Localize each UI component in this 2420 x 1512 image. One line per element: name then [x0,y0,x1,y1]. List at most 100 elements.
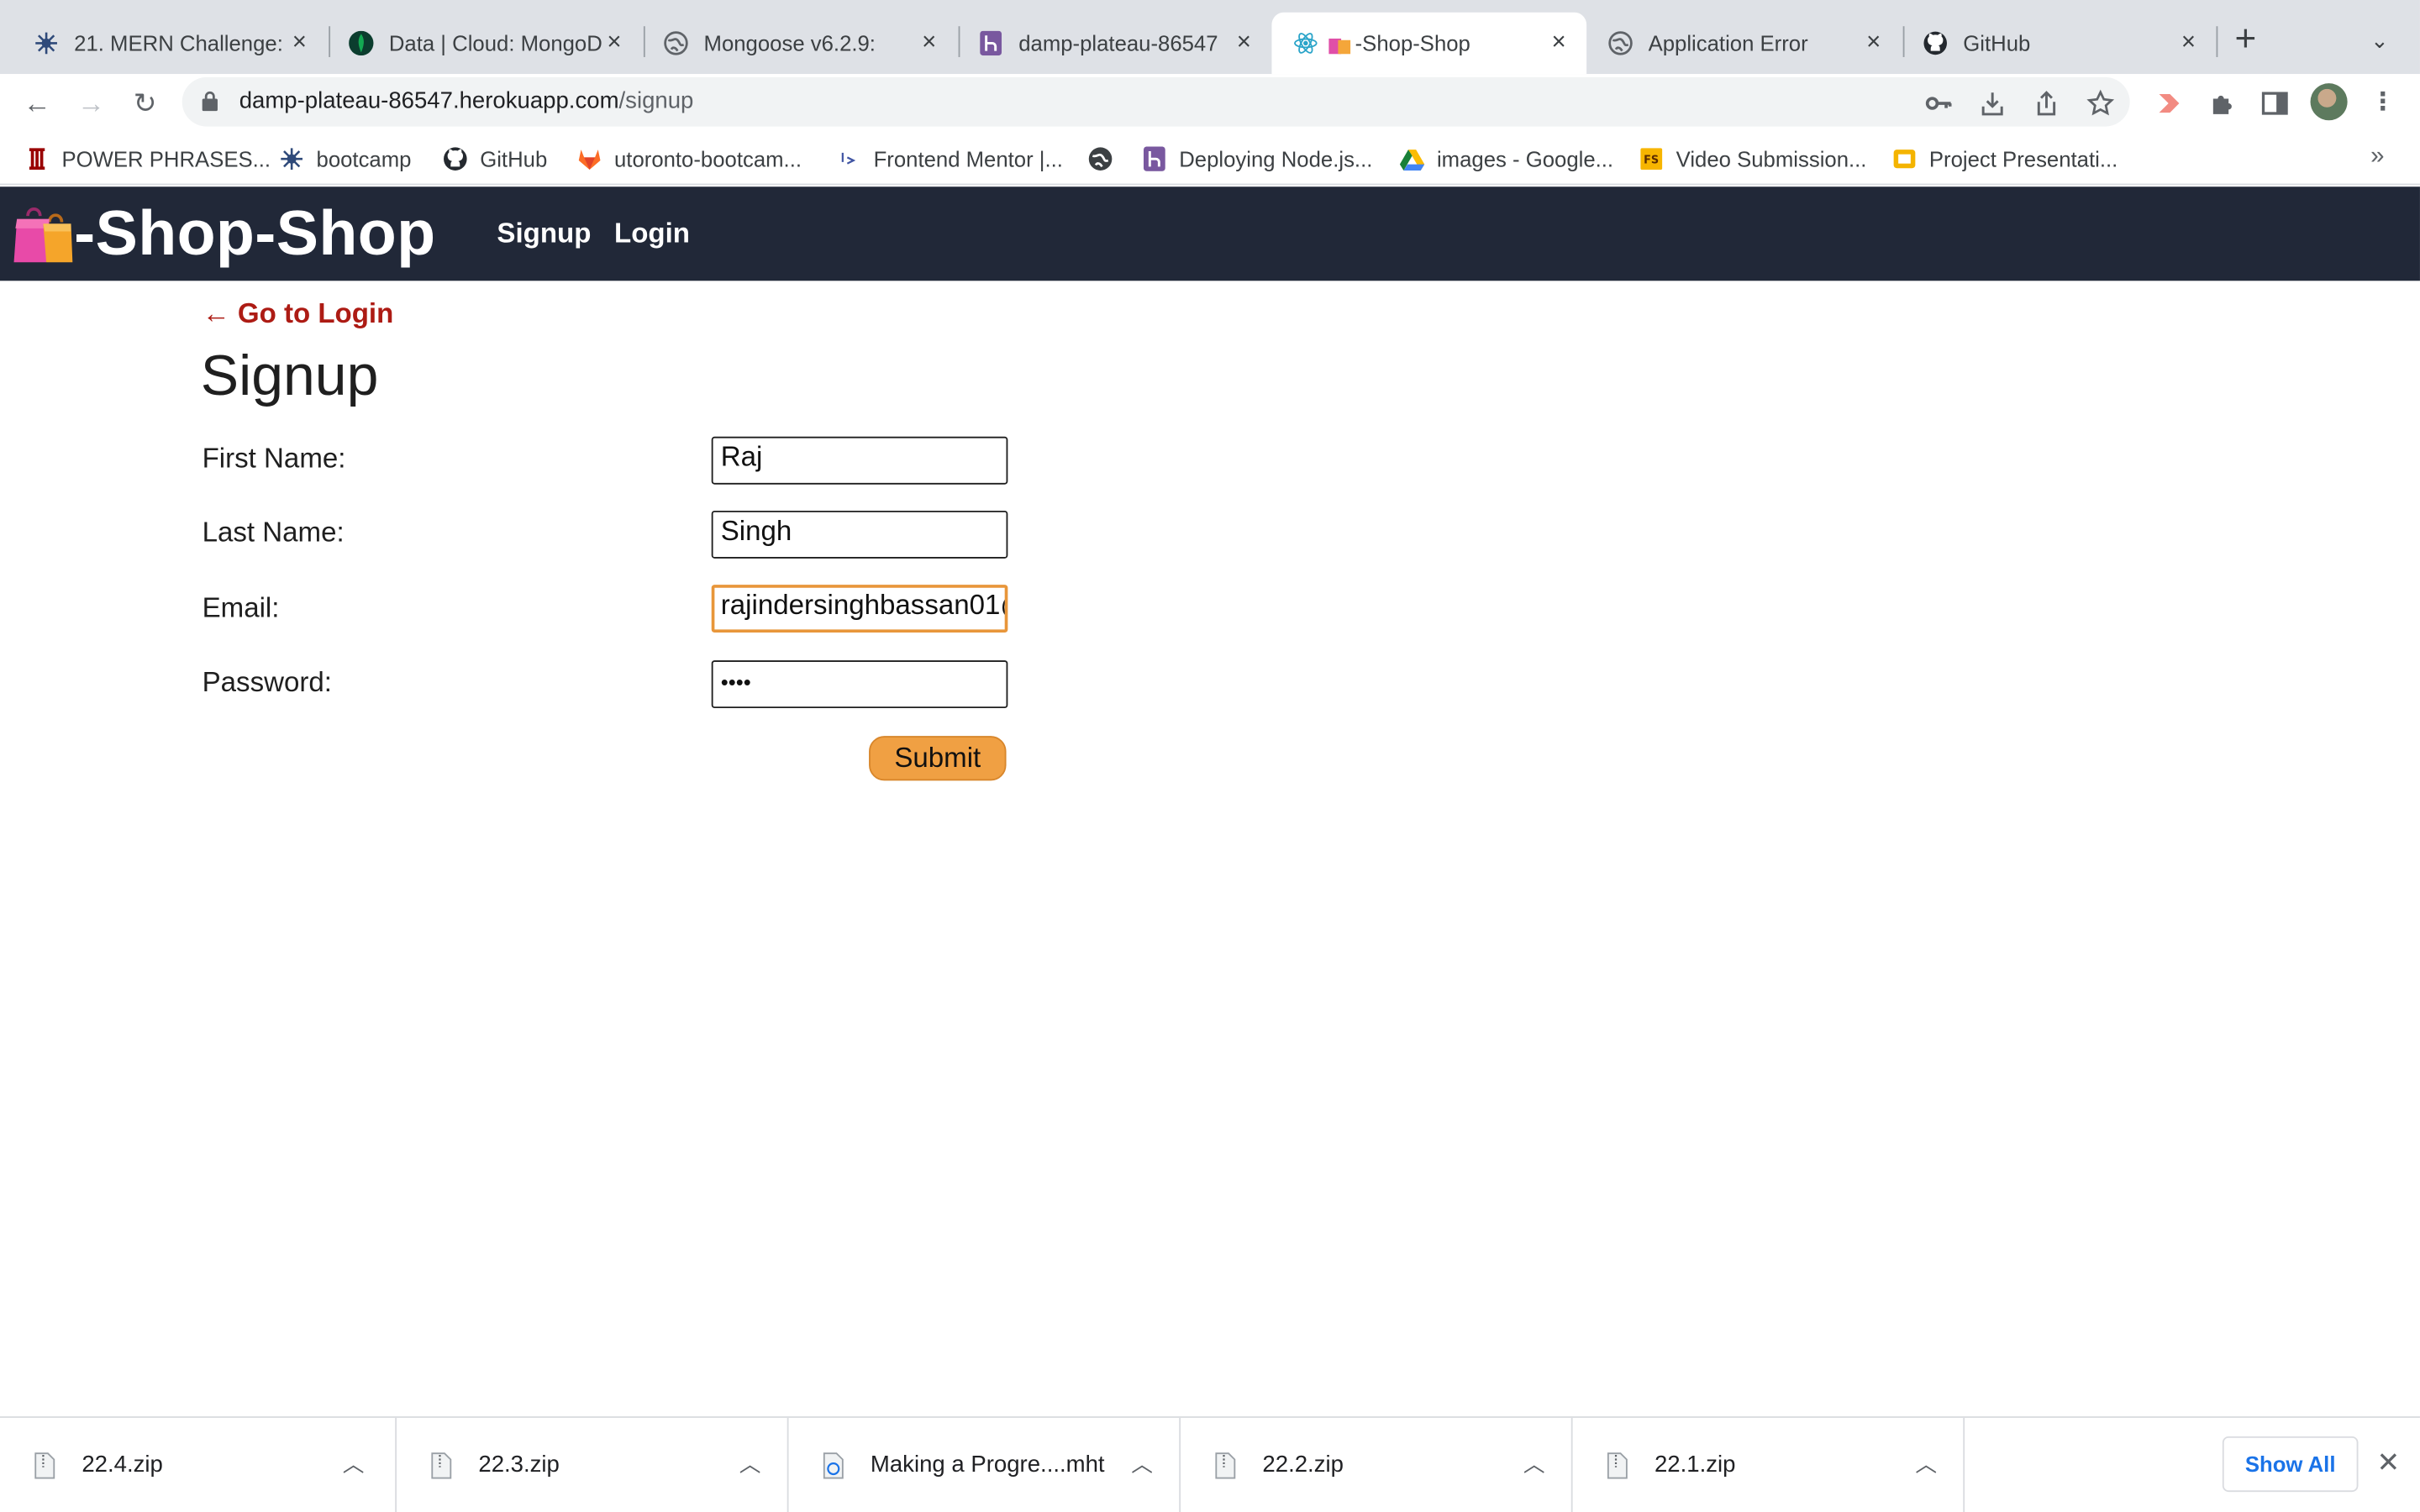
url-path: /signup [618,87,694,114]
show-all-downloads-button[interactable]: Show All [2222,1436,2359,1493]
close-icon[interactable]: × [1232,30,1256,55]
tab-separator [2216,26,2218,57]
nav-signup-link[interactable]: Signup [497,218,591,250]
submit-button[interactable]: Submit [869,736,1007,781]
email-label: Email: [202,592,280,624]
web-page: -Shop-Shop Signup Login ← Go to Login Si… [0,186,2420,1417]
back-arrow-icon[interactable]: ← [18,85,55,122]
last-name-value: Singh [720,515,792,547]
key-icon[interactable] [1924,90,1952,118]
bookmark-item[interactable]: GitHub [443,145,547,173]
github-icon [1923,31,1947,55]
bookmark-item[interactable]: POWER PHRASES... [24,145,271,173]
web-archive-icon [823,1452,844,1479]
download-shelf: 22.4.zip ︿ 22.3.zip ︿ Making a Progre...… [0,1416,2420,1512]
email-value: rajindersinghbassan01@ [720,589,1008,621]
zip-file-icon [1607,1452,1628,1479]
zip-file-icon [34,1452,55,1479]
bookmarks-overflow-button[interactable]: » [2370,144,2384,171]
close-icon[interactable]: × [287,30,312,55]
tab-github[interactable]: GitHub × [1902,13,2217,74]
tab-title: 21. MERN Challenge: [74,30,283,56]
fs-icon: FS [1640,148,1663,171]
bookmark-label: POWER PHRASES... [61,146,271,171]
tab-shop-shop[interactable]: -Shop-Shop × [1271,12,1587,75]
forward-arrow-icon[interactable]: → [72,85,109,122]
close-icon[interactable]: × [1546,30,1570,55]
github-icon [444,147,467,171]
extension-cast-icon[interactable] [2153,88,2184,119]
bookmark-item[interactable]: images - Google... [1399,145,1614,173]
bookmark-item[interactable]: utoronto-bootcam... [577,145,802,173]
svg-text:FS: FS [1644,155,1659,167]
address-bar[interactable]: damp-plateau-86547.herokuapp.com/signup [182,76,2130,127]
puzzle-extensions-icon[interactable] [2207,88,2238,119]
download-filename: 22.2.zip [1262,1452,1344,1478]
tab-application-error[interactable]: Application Error × [1586,13,1902,74]
brand-logo[interactable]: -Shop-Shop [13,199,436,267]
new-tab-button[interactable]: + [2235,21,2257,59]
chevron-up-icon[interactable]: ︿ [1131,1449,1153,1480]
download-filename: 22.3.zip [478,1452,560,1478]
last-name-label: Last Name: [202,517,345,549]
heroku-icon [980,30,1002,56]
profile-avatar[interactable] [2310,83,2348,121]
close-icon[interactable]: × [1861,30,1886,55]
tab-title: GitHub [1963,30,2031,56]
mongodb-icon [349,30,374,56]
bookmark-item[interactable]: Project Presentati... [1892,145,2118,173]
first-name-input[interactable]: Raj [711,436,1008,485]
bookmark-label: Video Submission... [1676,146,1867,171]
first-name-value: Raj [720,441,763,473]
bookmark-item[interactable]: FS Video Submission... [1639,145,1867,173]
password-input[interactable]: •••• [711,660,1008,709]
close-icon[interactable]: × [602,30,626,55]
close-icon[interactable]: × [2176,30,2201,55]
chevron-up-icon[interactable]: ︿ [1915,1449,1937,1480]
email-input[interactable]: rajindersinghbassan01@ [711,585,1008,633]
shopping-bags-icon [1328,38,1351,55]
side-panel-icon[interactable] [2260,88,2291,119]
go-to-login-link[interactable]: ← Go to Login [203,297,394,330]
tab-mongoose[interactable]: Mongoose v6.2.9: × [642,13,957,74]
heroku-icon [1143,146,1165,171]
brand-title: -Shop-Shop [74,197,436,269]
bookmark-item[interactable]: Deploying Node.js... [1142,145,1372,173]
chevron-up-icon[interactable]: ︿ [1523,1449,1545,1480]
slides-icon [1893,150,1916,169]
frontend-mentor-icon [841,152,856,165]
bookmark-label: images - Google... [1436,146,1614,171]
zip-file-icon [431,1452,452,1479]
share-icon[interactable] [2033,90,2060,118]
bootcamp-icon [35,32,57,55]
last-name-input[interactable]: Singh [711,510,1008,559]
close-icon[interactable]: × [917,30,941,55]
kebab-menu-icon[interactable]: ⋮ [2367,88,2398,119]
download-item[interactable]: 22.2.zip ︿ [1181,1417,1573,1512]
bookmark-item[interactable]: Frontend Mentor |... [836,145,1063,173]
tab-title: Data | Cloud: MongoD [388,30,602,56]
first-name-label: First Name: [202,443,346,474]
tab-title: damp-plateau-86547 [1018,30,1218,56]
tab-mern-challenge[interactable]: 21. MERN Challenge: × [13,13,328,74]
close-icon[interactable]: ✕ [2377,1449,2401,1477]
bookmark-item[interactable] [1088,145,1125,173]
tab-search-chevron-icon[interactable]: ⌄ [2370,28,2389,54]
zip-file-icon [1215,1452,1236,1479]
tab-mongodb[interactable]: Data | Cloud: MongoD × [327,13,642,74]
tab-strip: 21. MERN Challenge: × Data | Cloud: Mong… [0,0,2420,75]
download-item[interactable]: 22.4.zip ︿ [0,1417,397,1512]
download-filename: 22.1.zip [1654,1452,1736,1478]
download-filename: Making a Progre....mht [870,1452,1105,1478]
install-app-icon[interactable] [1979,90,2007,118]
tab-heroku[interactable]: damp-plateau-86547 × [957,13,1272,74]
download-item[interactable]: Making a Progre....mht ︿ [789,1417,1181,1512]
download-item[interactable]: 22.3.zip ︿ [397,1417,789,1512]
bookmark-item[interactable]: bootcamp [279,145,411,173]
chevron-up-icon[interactable]: ︿ [343,1449,365,1480]
download-item[interactable]: 22.1.zip ︿ [1573,1417,1965,1512]
reload-icon[interactable]: ↻ [127,85,164,122]
nav-login-link[interactable]: Login [614,218,690,250]
chevron-up-icon[interactable]: ︿ [739,1449,761,1480]
star-bookmark-icon[interactable] [2086,89,2115,118]
